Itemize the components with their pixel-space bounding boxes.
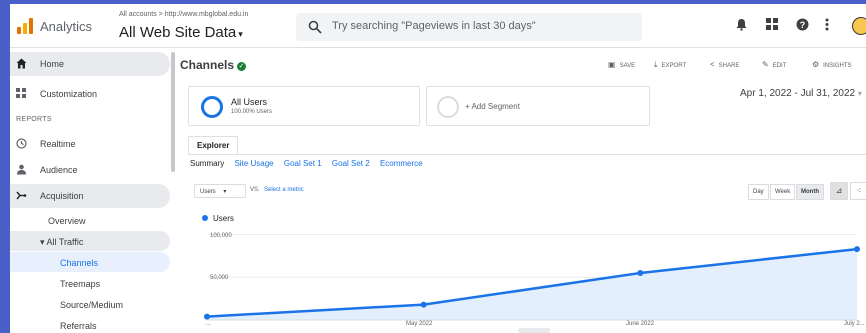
y-tick-label: 50,000: [210, 275, 229, 281]
users-chart: [204, 234, 860, 321]
sidebar-item-realtime[interactable]: Realtime: [10, 132, 170, 156]
report-main: Channels ✓ ▣ SAVE ⤓ EXPORT < SHARE ✎ EDIT ⚙ IN…: [180, 48, 866, 333]
sidebar-item-customization[interactable]: Customization: [10, 82, 170, 106]
apps-grid-icon[interactable]: [766, 18, 778, 33]
sidebar: Home Customization REPORTS Realtime Audi…: [10, 48, 176, 333]
clock-icon: [16, 138, 27, 149]
chart-resize-handle[interactable]: [518, 328, 550, 333]
app-name: Analytics: [40, 19, 93, 34]
view-name: All Web Site Data: [119, 24, 237, 41]
sidebar-item-label: Acquisition: [40, 191, 84, 201]
search-icon: [308, 20, 322, 34]
x-tick-label: June 2022: [626, 321, 655, 327]
sidebar-item-source-medium[interactable]: Source/Medium: [10, 294, 170, 314]
sidebar-item-label: Referrals: [60, 321, 97, 331]
reports-section-label: REPORTS: [16, 116, 52, 123]
sidebar-item-label: ▾ All Traffic: [40, 237, 84, 247]
x-tick-label: May 2022: [406, 321, 433, 327]
sidebar-item-label: Home: [40, 59, 65, 69]
svg-text:?: ?: [800, 20, 806, 30]
help-icon[interactable]: ?: [796, 18, 809, 34]
sidebar-item-overview[interactable]: Overview: [10, 210, 170, 230]
sidebar-item-label: Treemaps: [60, 279, 101, 289]
account-path[interactable]: All accounts > http://www.mbglobal.edu.i…: [119, 11, 248, 18]
y-tick-label: 100,000: [210, 233, 232, 239]
chevron-down-icon: ▾: [238, 29, 243, 39]
sidebar-item-label: Customization: [40, 89, 98, 99]
acquisition-icon: [16, 190, 27, 201]
customization-icon: [16, 88, 27, 99]
sidebar-item-channels[interactable]: Channels: [10, 252, 170, 272]
search-placeholder: Try searching "Pageviews in last 30 days…: [332, 20, 536, 32]
sidebar-item-label: Channels: [60, 258, 99, 268]
data-point[interactable]: [204, 313, 210, 320]
avatar[interactable]: [852, 17, 866, 35]
data-point[interactable]: [637, 270, 644, 276]
sidebar-item-acquisition[interactable]: Acquisition: [10, 184, 170, 208]
data-point[interactable]: [854, 246, 860, 253]
sidebar-item-audience[interactable]: Audience: [10, 158, 170, 182]
analytics-logo-icon[interactable]: [16, 17, 34, 35]
home-icon: [16, 58, 27, 69]
person-icon: [16, 164, 27, 175]
sidebar-item-label: Realtime: [40, 139, 76, 149]
sidebar-item-label: Audience: [40, 165, 78, 175]
sidebar-item-home[interactable]: Home: [10, 52, 170, 76]
sidebar-scrollbar[interactable]: [171, 52, 175, 172]
search-input[interactable]: Try searching "Pageviews in last 30 days…: [296, 13, 642, 41]
top-bar: Analytics All accounts > http://www.mbgl…: [10, 4, 866, 48]
x-tick-label: ...: [206, 321, 212, 327]
sidebar-item-label: Source/Medium: [60, 300, 124, 310]
sidebar-item-all-traffic[interactable]: ▾ All Traffic: [10, 231, 170, 251]
sidebar-item-referrals[interactable]: Referrals: [10, 315, 170, 333]
bell-icon[interactable]: [736, 18, 747, 34]
sidebar-item-label: Overview: [48, 216, 86, 226]
data-point[interactable]: [420, 301, 427, 308]
more-vert-icon[interactable]: [825, 18, 829, 34]
view-selector[interactable]: All Web Site Data ▾: [119, 24, 243, 41]
x-tick-label: July 2...: [844, 321, 865, 327]
analytics-window: Analytics All accounts > http://www.mbgl…: [10, 4, 866, 333]
sidebar-item-treemaps[interactable]: Treemaps: [10, 273, 170, 293]
